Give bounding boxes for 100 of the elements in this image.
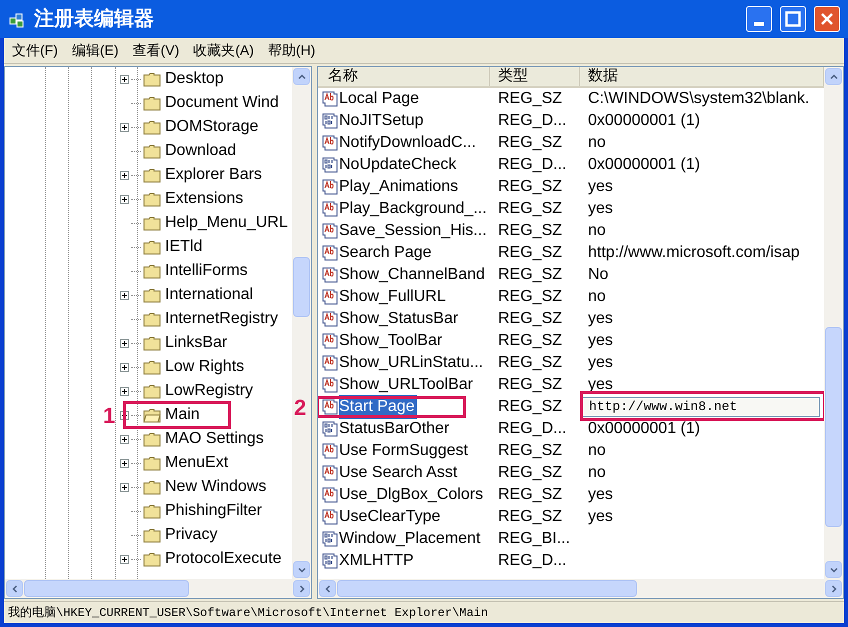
scroll-right-button[interactable] <box>293 580 310 597</box>
value-name[interactable]: NoJITSetup <box>339 109 426 133</box>
tree-item[interactable]: Explorer Bars <box>165 163 262 187</box>
value-type: REG_SZ <box>497 221 564 241</box>
close-icon <box>819 11 835 27</box>
value-name[interactable]: Use_DlgBox_Colors <box>339 483 486 507</box>
value-name[interactable]: Play_Background_... <box>339 197 489 221</box>
tree-item[interactable]: InternetRegistry <box>165 307 278 331</box>
scroll-down-button[interactable] <box>293 561 310 578</box>
tree-item[interactable]: DOMStorage <box>165 115 258 139</box>
value-name[interactable]: XMLHTTP <box>339 549 416 573</box>
maximize-icon <box>785 11 801 27</box>
tree-item[interactable]: Main <box>165 403 200 427</box>
value-name[interactable]: Show_StatusBar <box>339 307 460 331</box>
horizontal-scrollbar[interactable] <box>318 579 843 598</box>
tree-item[interactable]: Desktop <box>165 67 224 91</box>
value-name[interactable]: Show_ChannelBand <box>339 263 487 287</box>
scroll-thumb[interactable] <box>293 257 310 317</box>
value-name[interactable]: Local Page <box>339 87 422 111</box>
menu-item[interactable]: 收藏夹(A) <box>193 40 254 61</box>
value-name[interactable]: UseClearType <box>339 505 442 529</box>
value-name[interactable]: Show_URLToolBar <box>339 373 475 397</box>
tree-item[interactable]: Help_Menu_URL <box>165 211 288 235</box>
scroll-up-button[interactable] <box>825 68 842 85</box>
menu-item[interactable]: 文件(F) <box>12 40 58 61</box>
column-header[interactable]: 名称 <box>318 67 490 86</box>
value-data: yes <box>587 177 613 197</box>
value-data: No <box>587 265 608 285</box>
tree-item[interactable]: LowRegistry <box>165 379 254 403</box>
menu-item[interactable]: 查看(V) <box>132 40 180 61</box>
string-value-icon <box>322 443 338 459</box>
string-value-icon <box>322 91 338 107</box>
tree-item[interactable]: IntelliForms <box>165 259 248 283</box>
data-edit-field[interactable]: http://www.win8.net <box>582 397 820 417</box>
tree-item[interactable]: New Windows <box>165 475 266 499</box>
scroll-left-button[interactable] <box>6 580 23 597</box>
string-value-icon <box>322 223 338 239</box>
vertical-scrollbar[interactable] <box>824 67 843 579</box>
tree-item[interactable]: ProtocolExecute <box>165 547 282 571</box>
value-name[interactable]: Use Search Asst <box>339 461 460 485</box>
value-name[interactable]: Show_FullURL <box>339 285 448 309</box>
value-name[interactable]: Show_URLinStatu... <box>339 351 486 375</box>
expand-icon[interactable] <box>120 458 129 468</box>
value-name[interactable]: Play_Animations <box>339 175 460 199</box>
tree-item[interactable]: MenuExt <box>165 451 228 475</box>
tree-item[interactable]: International <box>165 283 254 307</box>
expand-icon[interactable] <box>120 482 129 492</box>
value-type: REG_D... <box>497 551 568 571</box>
string-value-icon <box>322 509 338 525</box>
scroll-up-button[interactable] <box>293 68 310 85</box>
scroll-thumb[interactable] <box>825 327 842 527</box>
string-value-icon <box>322 245 338 261</box>
tree-item[interactable]: Download <box>165 139 236 163</box>
value-data: yes <box>587 507 613 527</box>
expand-icon[interactable] <box>120 170 129 180</box>
value-data: no <box>587 463 606 483</box>
tree-item[interactable]: Document Wind <box>165 91 279 115</box>
expand-icon[interactable] <box>120 554 129 564</box>
maximize-button[interactable] <box>780 6 806 32</box>
scroll-down-button[interactable] <box>825 561 842 578</box>
close-button[interactable] <box>814 6 840 32</box>
scroll-thumb[interactable] <box>24 580 189 597</box>
value-name[interactable]: StatusBarOther <box>339 417 452 441</box>
column-header[interactable]: 类型 <box>490 67 580 86</box>
value-type: REG_SZ <box>497 243 564 263</box>
binary-value-icon <box>322 421 338 437</box>
value-name[interactable]: Use FormSuggest <box>339 439 470 463</box>
value-type: REG_SZ <box>497 265 564 285</box>
value-type: REG_SZ <box>497 397 564 417</box>
tree-item[interactable]: Privacy <box>165 523 218 547</box>
vertical-scrollbar[interactable] <box>292 67 311 579</box>
value-name[interactable]: Save_Session_His... <box>339 219 489 243</box>
value-name[interactable]: NoUpdateCheck <box>339 153 458 177</box>
minimize-button[interactable] <box>746 6 772 32</box>
expand-icon[interactable] <box>120 434 129 444</box>
tree-item[interactable]: Extensions <box>165 187 244 211</box>
value-name[interactable]: Show_ToolBar <box>339 329 444 353</box>
value-name[interactable]: Search Page <box>339 241 434 265</box>
tree-item[interactable]: MAO Settings <box>165 427 264 451</box>
scroll-right-button[interactable] <box>825 580 842 597</box>
expand-icon[interactable] <box>120 194 129 204</box>
menu-item[interactable]: 编辑(E) <box>72 40 119 61</box>
expand-icon[interactable] <box>120 386 129 396</box>
expand-icon[interactable] <box>120 122 129 132</box>
binary-value-icon <box>322 113 338 129</box>
scroll-thumb[interactable] <box>337 580 637 597</box>
expand-icon[interactable] <box>120 338 129 348</box>
tree-item[interactable]: IETld <box>165 235 202 259</box>
tree-item[interactable]: PhishingFilter <box>165 499 262 523</box>
value-name[interactable]: NotifyDownloadC... <box>339 131 478 155</box>
value-name[interactable]: Window_Placement <box>339 527 482 551</box>
expand-icon[interactable] <box>120 74 129 84</box>
expand-icon[interactable] <box>120 290 129 300</box>
horizontal-scrollbar[interactable] <box>5 579 311 598</box>
tree-item[interactable]: Low Rights <box>165 355 244 379</box>
value-type: REG_SZ <box>497 309 564 329</box>
tree-item[interactable]: LinksBar <box>165 331 228 355</box>
scroll-left-button[interactable] <box>319 580 336 597</box>
menu-item[interactable]: 帮助(H) <box>268 40 316 61</box>
expand-icon[interactable] <box>120 362 129 372</box>
